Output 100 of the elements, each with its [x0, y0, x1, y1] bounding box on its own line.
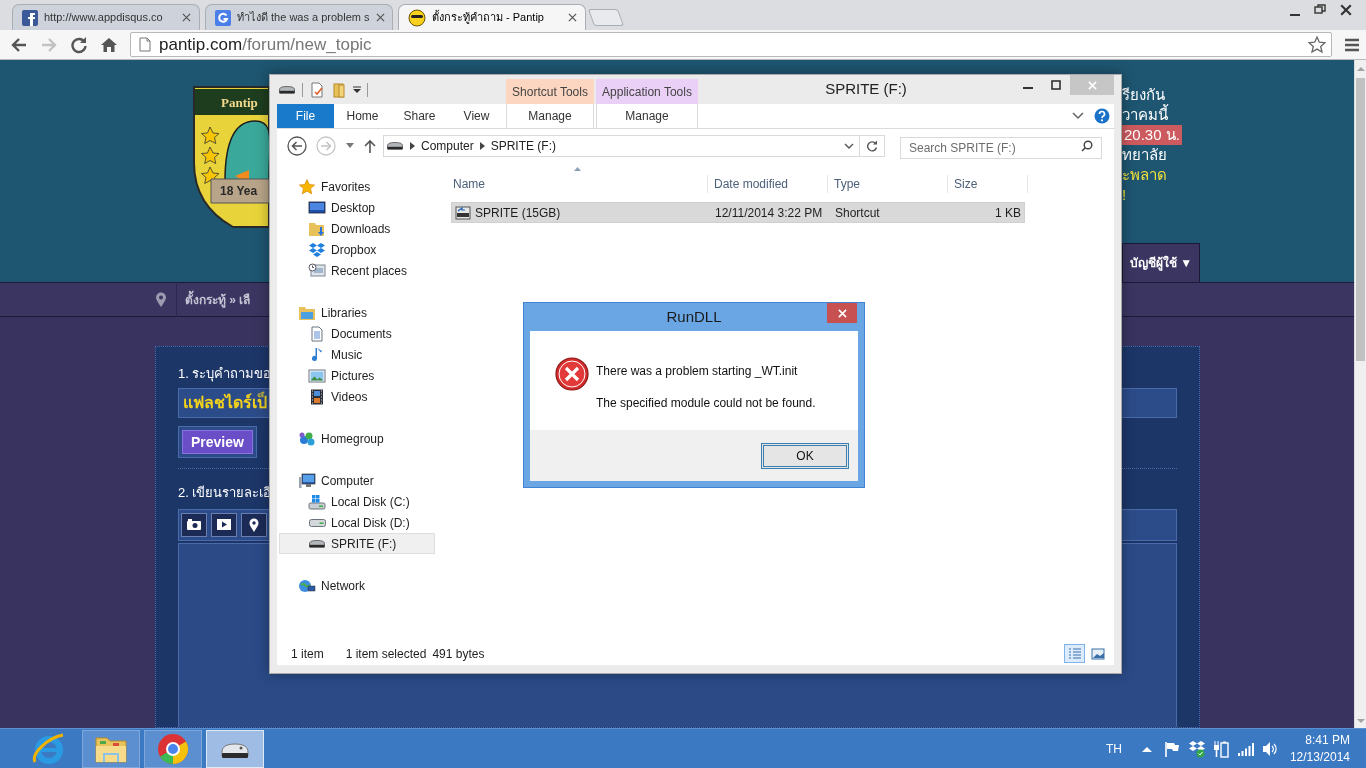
recent-locations-icon[interactable] [346, 143, 354, 148]
nav-item[interactable]: Videos [279, 386, 435, 407]
nav-item[interactable]: Local Disk (D:) [279, 512, 435, 533]
large-icons-view-icon [1090, 647, 1105, 660]
close-icon[interactable] [1340, 4, 1352, 16]
back-icon[interactable] [287, 135, 307, 156]
browser-tab[interactable]: ตั้งกระทู้คำถาม - Pantip [398, 4, 586, 30]
scroll-thumb[interactable] [1356, 78, 1365, 361]
nav-item[interactable]: Pictures [279, 365, 435, 386]
tab-title: ตั้งกระทู้คำถาม - Pantip [432, 9, 545, 26]
nav-item[interactable]: Homegroup [279, 428, 435, 449]
close-tab-icon[interactable] [568, 13, 577, 22]
ribbon-tab[interactable]: Home [334, 104, 391, 128]
help-icon[interactable] [1094, 108, 1110, 124]
power-battery-icon[interactable] [1212, 739, 1230, 758]
up-icon[interactable] [364, 138, 376, 153]
map-button[interactable] [241, 512, 267, 537]
dropbox-sync-icon[interactable] [1188, 739, 1206, 758]
nav-item[interactable]: Computer [279, 470, 435, 491]
shortcut-icon [455, 205, 471, 220]
column-header[interactable]: Type [828, 175, 948, 193]
nav-item[interactable]: Documents [279, 323, 435, 344]
nav-item[interactable]: Desktop [279, 197, 435, 218]
ribbon-tab[interactable]: Share [391, 104, 448, 128]
address-bar[interactable]: pantip.com/forum/new_topic [130, 32, 1332, 57]
signal-icon[interactable] [1238, 741, 1254, 756]
favicon-icon [22, 9, 38, 26]
nav-item[interactable]: SPRITE (F:) [279, 533, 435, 554]
column-header[interactable]: Name [440, 175, 708, 193]
account-menu[interactable]: บัญชีผู้ใช้ ▼ [1122, 243, 1200, 282]
nav-item[interactable]: Local Disk (C:) [279, 491, 435, 512]
nav-item[interactable]: Music [279, 344, 435, 365]
location-pin-icon [155, 291, 167, 308]
properties-icon[interactable] [309, 81, 325, 98]
nav-item[interactable]: Recent places [279, 260, 435, 281]
address-dropdown-icon[interactable] [844, 142, 854, 149]
window-title: SPRITE (F:) [824, 79, 908, 100]
table-cell-text: 1 KB [995, 204, 1021, 222]
back-icon[interactable] [10, 35, 28, 54]
drive-icon [387, 141, 403, 150]
flag-icon[interactable] [1164, 740, 1180, 757]
reload-icon[interactable] [70, 35, 88, 54]
language-indicator[interactable]: TH [1106, 739, 1122, 758]
close-button[interactable] [827, 303, 857, 323]
recent-places-icon [308, 262, 326, 279]
refresh-button[interactable] [860, 134, 885, 157]
film-strip-icon [308, 388, 326, 405]
nav-item[interactable]: Favorites [279, 176, 435, 197]
ribbon-tab[interactable]: File [277, 104, 334, 128]
customize-toolbar-icon[interactable] [353, 85, 361, 94]
breadcrumb[interactable]: ตั้งกระทู้ » เลื [185, 290, 251, 309]
breadcrumb-item[interactable]: Computer [421, 136, 474, 155]
speaker-icon[interactable] [1262, 740, 1278, 757]
ribbon-tab[interactable]: View [448, 104, 505, 128]
status-text: 491 bytes [432, 645, 485, 663]
nav-item[interactable]: Dropbox [279, 239, 435, 260]
breadcrumb-item[interactable]: SPRITE (F:) [490, 136, 557, 155]
home-icon[interactable] [100, 35, 118, 54]
announcement-text: ! [1122, 185, 1128, 205]
nav-item[interactable]: Downloads [279, 218, 435, 239]
close-icon [837, 308, 847, 318]
scrollbar[interactable] [1354, 60, 1366, 728]
document-icon [308, 325, 326, 342]
logo[interactable]: Pantip 18 Yea [193, 83, 269, 231]
expand-ribbon-icon[interactable] [1072, 112, 1084, 120]
close-tab-icon[interactable] [375, 13, 385, 22]
search-field[interactable]: Search SPRITE (F:) [900, 136, 1102, 159]
menu-icon[interactable] [1344, 36, 1360, 53]
column-header[interactable]: Size [948, 175, 1028, 193]
file-row[interactable]: SPRITE (15GB) 12/11/2014 3:22 PM Shortcut 1 KB [451, 202, 1025, 223]
libraries-icon [298, 304, 316, 321]
nav-item[interactable]: Libraries [279, 302, 435, 323]
video-button[interactable] [211, 512, 237, 537]
picture-icon [308, 367, 326, 384]
preview-button[interactable]: Preview [182, 430, 253, 454]
favicon-icon [215, 9, 231, 26]
close-tab-icon[interactable] [182, 13, 191, 22]
maximize-icon[interactable] [1314, 4, 1326, 14]
bookmark-star-icon[interactable] [1307, 34, 1327, 55]
ribbon-banner [210, 178, 269, 204]
star-icon [298, 178, 316, 195]
browser-tab[interactable]: http://www.appdisqus.co [12, 4, 200, 30]
nav-item[interactable]: Network [279, 575, 435, 596]
search-icon [1081, 139, 1093, 152]
browser-tab[interactable]: ทำไงดี the was a problem s [205, 4, 393, 30]
camera-icon [187, 519, 201, 530]
computer-icon [298, 472, 316, 489]
ok-button[interactable]: OK [761, 442, 849, 469]
photo-button[interactable] [181, 512, 207, 537]
breadcrumb-arrow-icon [410, 141, 415, 150]
folder-download-icon [308, 220, 326, 237]
breadcrumb-arrow-icon [479, 141, 485, 150]
tab-title: http://www.appdisqus.co [44, 10, 164, 26]
column-header[interactable]: Date modified [708, 175, 828, 193]
address-field[interactable]: Computer SPRITE (F:) [383, 134, 860, 157]
page-icon [139, 37, 151, 52]
show-hidden-icons-icon[interactable] [1142, 745, 1152, 752]
step-label: 1. ระบุคำถามขอ [178, 365, 272, 384]
close-icon [1087, 80, 1097, 90]
drive-icon [279, 85, 295, 94]
